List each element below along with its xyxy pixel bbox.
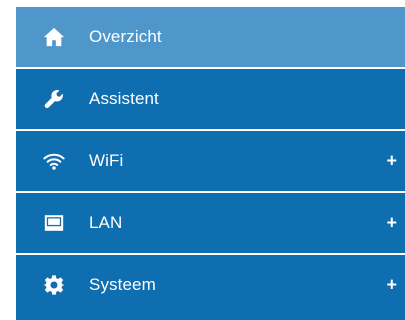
menu-bottom-divider [16, 315, 405, 320]
expand-icon[interactable]: + [386, 214, 397, 232]
menu-item-label: WiFi [89, 151, 124, 170]
lan-icon [43, 212, 65, 234]
home-icon [43, 26, 65, 48]
sidebar-menu: Overzicht Assistent WiFi + LAN + Systeem… [16, 7, 405, 320]
menu-item-label: Systeem [89, 275, 156, 294]
wifi-icon [43, 150, 65, 172]
wrench-icon [43, 88, 65, 110]
menu-item-wifi[interactable]: WiFi + [16, 131, 405, 191]
menu-item-label: Overzicht [89, 27, 162, 46]
expand-icon[interactable]: + [386, 152, 397, 170]
menu-item-systeem[interactable]: Systeem + [16, 255, 405, 315]
expand-icon[interactable]: + [386, 276, 397, 294]
menu-item-label: Assistent [89, 89, 159, 108]
gear-icon [43, 274, 65, 296]
menu-item-assistent[interactable]: Assistent [16, 69, 405, 129]
menu-item-overzicht[interactable]: Overzicht [16, 7, 405, 67]
menu-item-lan[interactable]: LAN + [16, 193, 405, 253]
menu-item-label: LAN [89, 213, 123, 232]
